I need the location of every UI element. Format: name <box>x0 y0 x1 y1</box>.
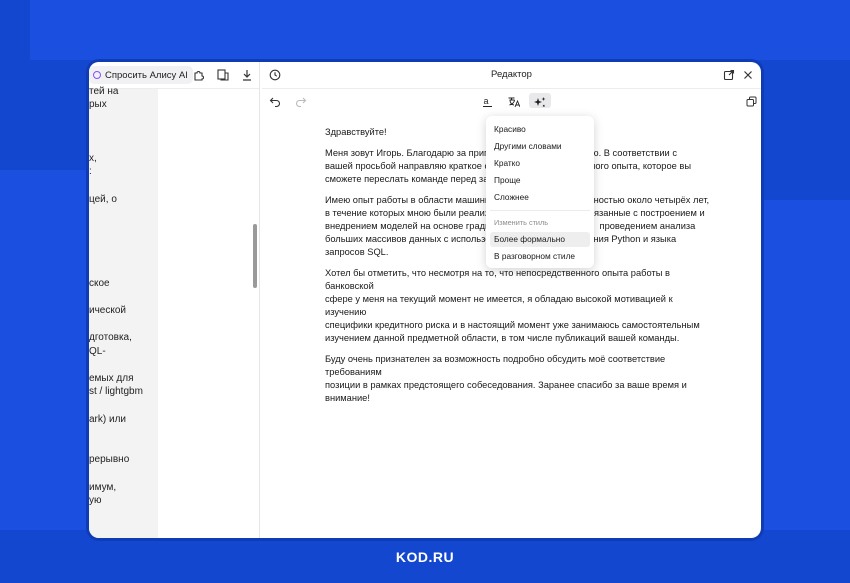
menu-item-rephrase[interactable]: Другими словами <box>490 139 590 154</box>
text-line: льного опыта, которое вы <box>579 161 692 171</box>
sparkle-icon <box>534 97 546 107</box>
left-text-line: st / lightgbm <box>89 386 143 397</box>
left-text-line: QL- <box>89 346 106 357</box>
redo-icon[interactable] <box>295 95 307 107</box>
text-paragraph: Хотел бы отметить, что несмотря на то, ч… <box>325 267 715 345</box>
left-text-line: рерывно <box>89 454 130 465</box>
left-text-line: тей на <box>89 86 119 97</box>
text-line: специфики кредитного риска и в настоящий… <box>325 320 700 330</box>
text-line: Буду очень признателен за возможность по… <box>325 354 666 377</box>
background-block <box>0 170 90 530</box>
text-line: вью. В соответствии с <box>581 148 677 158</box>
menu-item-short[interactable]: Кратко <box>490 156 590 171</box>
left-text-line: ark) или <box>89 414 127 425</box>
text-line: позиции в рамках предстоящего собеседова… <box>325 380 687 390</box>
text-line: сможете переслать команде перед завт <box>325 174 498 184</box>
rewrite-menu: Красиво Другими словами Кратко Проще Сло… <box>486 116 594 268</box>
open-window-icon[interactable] <box>723 69 735 81</box>
spellcheck-icon[interactable]: a <box>482 95 494 108</box>
text-line: Здравствуйте! <box>325 127 387 137</box>
background-block <box>30 0 850 60</box>
translate-icon[interactable] <box>507 95 520 108</box>
left-text-line: рых <box>89 99 107 110</box>
left-text-line: ую <box>89 495 102 506</box>
text-line: вания Python и языка <box>583 234 677 244</box>
text-line: сфере у меня на текущий момент не имеетс… <box>325 294 673 317</box>
left-text-line: ское <box>89 278 110 289</box>
background-block <box>760 200 850 530</box>
menu-item-formal[interactable]: Более формально <box>490 232 590 247</box>
undo-icon[interactable] <box>269 95 281 107</box>
menu-item-complex[interactable]: Сложнее <box>490 190 590 205</box>
left-toolbar: Спросить Алису AI <box>89 62 259 89</box>
menu-item-simpler[interactable]: Проще <box>490 173 590 188</box>
left-text-line: ической <box>89 305 126 316</box>
text-line: внимание! <box>325 393 370 403</box>
left-text-line: емых для <box>89 373 134 384</box>
text-line: внедрением моделей на основе градиен <box>325 221 501 231</box>
collections-icon[interactable] <box>216 68 230 82</box>
ask-alice-label: Спросить Алису AI <box>105 69 188 81</box>
alice-icon <box>93 71 101 79</box>
left-panel: Спросить Алису AI тей на рых х, : цей, о… <box>89 62 260 538</box>
app-window: Спросить Алису AI тей на рых х, : цей, о… <box>89 62 761 538</box>
puzzle-icon[interactable] <box>192 68 206 82</box>
text-line: проведением анализа <box>599 221 696 231</box>
close-icon[interactable] <box>742 69 754 81</box>
text-line: Имею опыт работы в области машинног <box>325 195 499 205</box>
ask-alice-button[interactable]: Спросить Алису AI <box>89 66 193 84</box>
text-line: больших массивов данных с использова <box>325 234 501 244</box>
text-line: в течение которых мною были реализо <box>325 208 495 218</box>
editor-header: Редактор <box>262 62 761 89</box>
menu-item-beautiful[interactable]: Красиво <box>490 122 590 137</box>
left-text-line: дготовка, <box>89 332 132 343</box>
footer-brand: KOD.RU <box>395 549 455 565</box>
menu-divider <box>490 210 590 211</box>
download-icon[interactable] <box>240 68 254 82</box>
text-line: вязанные с построением и <box>589 208 705 218</box>
menu-item-casual[interactable]: В разговорном стиле <box>490 249 590 264</box>
text-paragraph: Буду очень признателен за возможность по… <box>325 353 715 405</box>
left-text-line: цей, о <box>89 194 117 205</box>
text-line: запросов SQL. <box>325 247 389 257</box>
text-line: вашей просьбой направляю краткое опи <box>325 161 500 171</box>
text-line: ностью около четырёх лет, <box>593 195 710 205</box>
text-line: изучением данной предметной области, в т… <box>325 333 680 343</box>
left-text-line: х, <box>89 153 97 164</box>
editor-title: Редактор <box>491 69 532 80</box>
menu-section-label: Изменить стиль <box>494 218 549 227</box>
left-text-line: : <box>89 166 92 177</box>
text-line: Меня зовут Игорь. Благодарю за пригла <box>325 148 498 158</box>
left-text-line: имум, <box>89 482 117 493</box>
svg-text:a: a <box>484 96 489 106</box>
copy-icon[interactable] <box>746 96 757 107</box>
scrollbar-thumb[interactable] <box>253 224 257 288</box>
text-line: Хотел бы отметить, что несмотря на то, ч… <box>325 268 670 291</box>
